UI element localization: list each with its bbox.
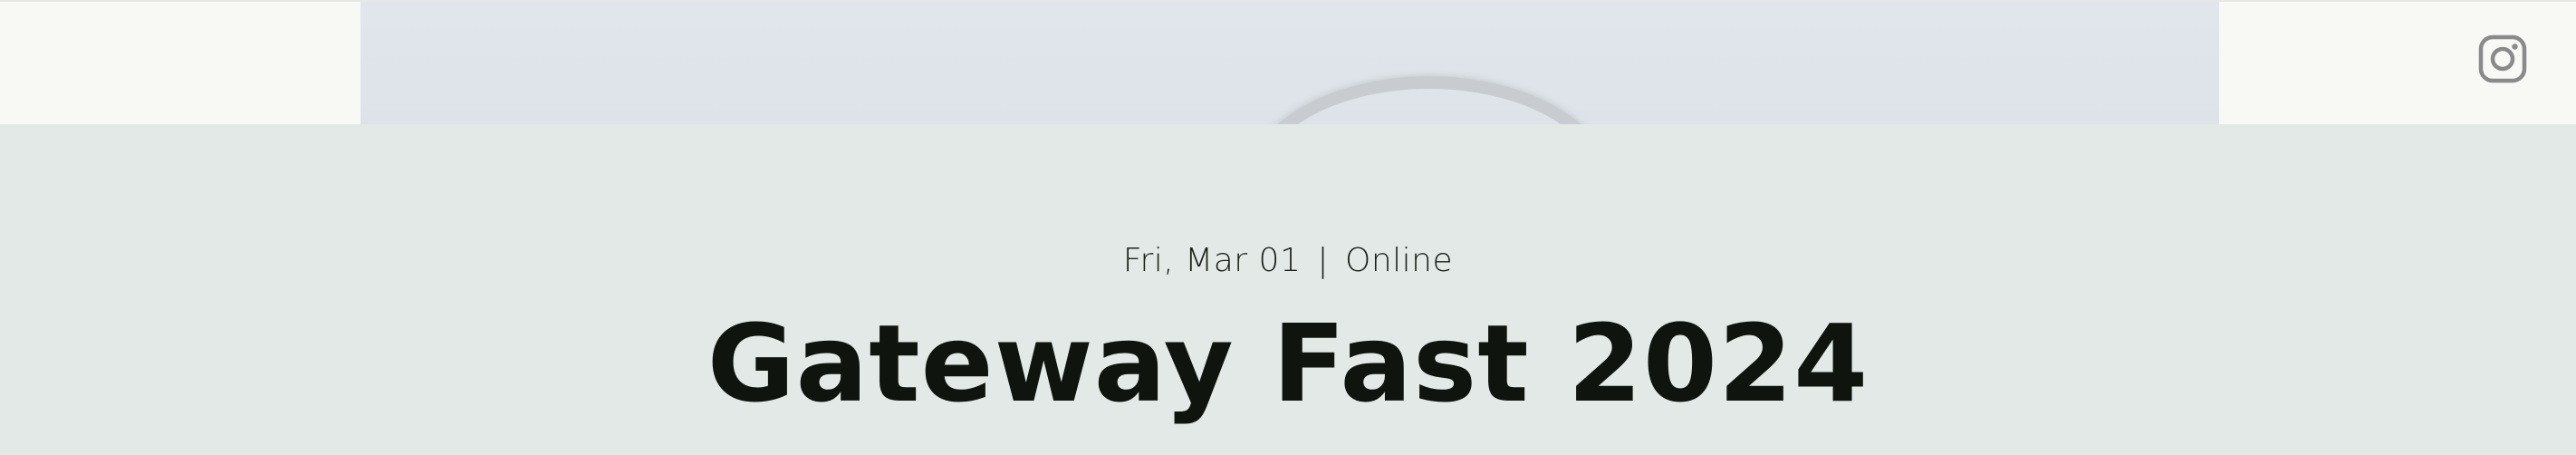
event-details: Fri, Mar 01 | Online Gateway Fast 2024 [0,124,2576,455]
event-page: Fri, Mar 01 | Online Gateway Fast 2024 [0,0,2576,455]
site-header [0,0,2576,126]
event-location: Online [1344,242,1454,279]
instagram-icon[interactable] [2478,34,2527,83]
event-meta: Fri, Mar 01 | Online [0,242,2576,279]
event-cover-image [360,2,2219,126]
meta-separator: | [1317,242,1329,279]
event-date: Fri, Mar 01 [1122,242,1302,279]
cover-image-object [1245,76,1614,126]
event-title: Gateway Fast 2024 [706,301,1870,426]
